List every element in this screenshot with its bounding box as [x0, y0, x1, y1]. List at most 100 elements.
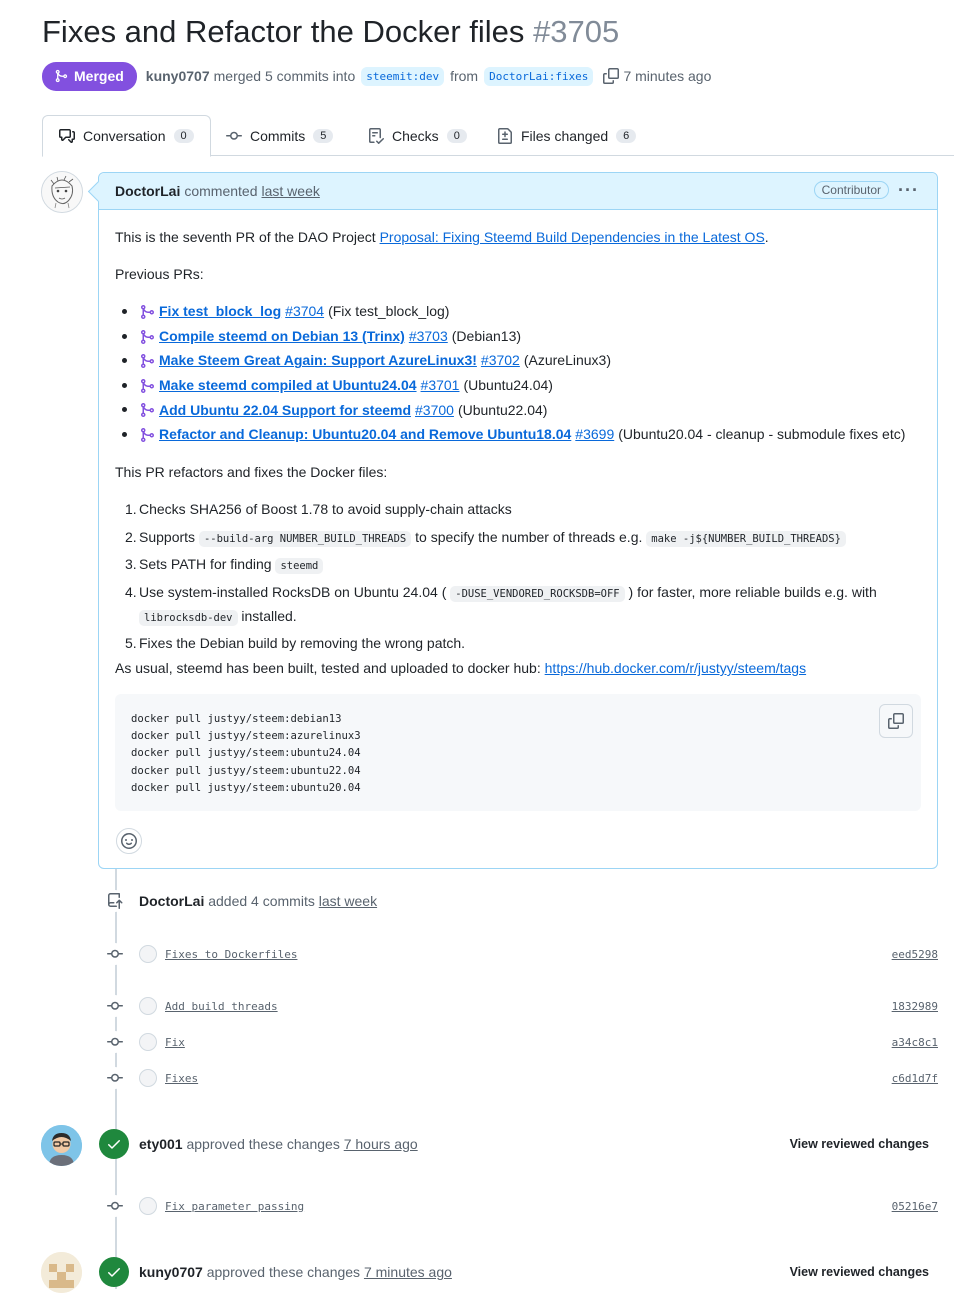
commit-message[interactable]: Fix — [165, 1036, 185, 1049]
merge-icon — [141, 427, 155, 442]
added-text: added 4 commits — [208, 893, 315, 909]
avatar-ety001[interactable] — [41, 1125, 82, 1166]
head-branch[interactable]: DoctorLai:fixes — [484, 66, 594, 86]
copy-button[interactable] — [879, 704, 913, 738]
comment-header: DoctorLai commented last week Contributo… — [99, 173, 937, 210]
avatar-doctorlai[interactable] — [41, 171, 83, 213]
pr-number: #3705 — [533, 14, 620, 49]
kebab-menu-icon[interactable]: ··· — [898, 181, 919, 199]
pr-number-link[interactable]: #3699 — [575, 424, 614, 444]
review-action: approved these changes — [186, 1136, 340, 1152]
proposal-link[interactable]: Proposal: Fixing Steemd Build Dependenci… — [380, 229, 765, 245]
base-branch[interactable]: steemit:dev — [361, 66, 445, 86]
added-commits-event: DoctorLai added 4 commits last week — [98, 885, 938, 917]
pr-link[interactable]: Add Ubuntu 22.04 Support for steemd — [159, 400, 411, 420]
added-time[interactable]: last week — [319, 893, 377, 909]
item-text: Sets PATH for finding — [139, 556, 272, 573]
avatar[interactable] — [139, 1033, 157, 1051]
usual-paragraph: As usual, steemd has been built, tested … — [115, 658, 806, 678]
pr-note: (Ubuntu24.04) — [463, 377, 553, 394]
tab-checks[interactable]: Checks 0 — [368, 115, 467, 156]
commit-sha[interactable]: c6d1d7f — [892, 1072, 938, 1085]
commit-row: Fixes c6d1d7f — [98, 1062, 938, 1094]
list-item: 3. Sets PATH for finding steemd — [115, 553, 923, 578]
tab-commits[interactable]: Commits 5 — [226, 115, 334, 156]
tab-files-changed[interactable]: Files changed 6 — [497, 115, 637, 156]
item-text: Fixes the Debian build by removing the w… — [139, 634, 466, 651]
check-icon — [99, 1257, 129, 1287]
item-text: installed. — [241, 607, 297, 624]
pr-link[interactable]: Make steemd compiled at Ubuntu24.04 — [159, 375, 417, 395]
pr-tabs: Conversation 0 Commits 5 Checks 0 Files … — [42, 115, 954, 157]
merged-label: Merged — [74, 68, 124, 84]
merge-icon — [141, 354, 155, 369]
commit-icon — [226, 131, 242, 140]
item-text: ) for faster, more reliable builds e.g. … — [628, 583, 877, 600]
repo-push-icon — [104, 890, 126, 912]
tab-files-label: Files changed — [521, 127, 609, 144]
pr-link[interactable]: Fix test_block_log — [159, 301, 281, 321]
pr-title-text: Fixes and Refactor the Docker files — [42, 14, 525, 49]
added-author[interactable]: DoctorLai — [139, 893, 204, 909]
pr-number-link[interactable]: #3700 — [415, 400, 454, 420]
view-reviewed-changes-link[interactable]: View reviewed changes — [790, 1265, 929, 1279]
pr-note: (Debian13) — [451, 327, 522, 344]
avatar-kuny0707[interactable] — [41, 1252, 82, 1293]
pr-link[interactable]: Compile steemd on Debian 13 (Trinx) — [159, 326, 405, 346]
commit-message[interactable]: Fix parameter passing — [165, 1200, 304, 1213]
pr-note: (Ubuntu22.04) — [457, 401, 548, 418]
commit-message[interactable]: Add build threads — [165, 1000, 278, 1013]
add-reaction-button[interactable] — [116, 828, 142, 854]
pr-note: (AzureLinux3) — [523, 352, 611, 369]
merger-link[interactable]: kuny0707 — [146, 68, 210, 84]
tab-conversation[interactable]: Conversation 0 — [42, 115, 211, 157]
tab-commits-label: Commits — [250, 127, 306, 144]
commit-sha[interactable]: eed5298 — [892, 948, 938, 961]
pr-number-link[interactable]: #3703 — [409, 326, 448, 346]
comment-author[interactable]: DoctorLai — [115, 183, 180, 199]
avatar[interactable] — [139, 997, 157, 1015]
reviewer[interactable]: ety001 — [139, 1136, 183, 1152]
pr-number-link[interactable]: #3702 — [481, 350, 520, 370]
prev-prs-list: Fix test_block_log #3704 (Fix test_block… — [115, 299, 923, 447]
merge-icon — [55, 69, 68, 83]
comment-box: DoctorLai commented last week Contributo… — [98, 172, 938, 869]
list-item: Fix test_block_log #3704 (Fix test_block… — [115, 299, 923, 324]
view-reviewed-changes-link[interactable]: View reviewed changes — [790, 1137, 929, 1151]
list-item: Make steemd compiled at Ubuntu24.04 #370… — [115, 373, 923, 398]
check-icon — [99, 1129, 129, 1159]
review-time[interactable]: 7 minutes ago — [364, 1264, 452, 1280]
tab-commits-count: 5 — [313, 128, 334, 143]
review-time[interactable]: 7 hours ago — [344, 1136, 418, 1152]
commit-message[interactable]: Fixes to Dockerfiles — [165, 948, 297, 961]
commit-sha[interactable]: a34c8c1 — [892, 1036, 938, 1049]
commit-sha[interactable]: 05216e7 — [892, 1200, 938, 1213]
checklist-icon — [369, 127, 384, 144]
pr-number-link[interactable]: #3704 — [285, 301, 324, 321]
pr-note: (Ubuntu20.04 - cleanup - submodule fixes… — [618, 426, 906, 443]
comment-time[interactable]: last week — [262, 183, 320, 199]
avatar[interactable] — [139, 1069, 157, 1087]
list-item: Add Ubuntu 22.04 Support for steemd #370… — [115, 397, 923, 422]
pr-link[interactable]: Make Steem Great Again: Support AzureLin… — [159, 350, 477, 370]
prev-prs-heading: Previous PRs: — [115, 266, 204, 282]
reviewer[interactable]: kuny0707 — [139, 1264, 203, 1280]
item-text: Use system-installed RocksDB on Ubuntu 2… — [139, 583, 447, 600]
pr-title: Fixes and Refactor the Docker files #370… — [42, 14, 619, 50]
merge-icon — [141, 403, 155, 418]
pr-number-link[interactable]: #3701 — [421, 375, 460, 395]
inline-code: make -j${NUMBER_BUILD_THREADS} — [646, 530, 846, 547]
copy-icon[interactable] — [603, 68, 620, 84]
merged-text: merged 5 commits into — [213, 68, 356, 84]
merge-summary: kuny0707 merged 5 commits into steemit:d… — [146, 66, 711, 86]
commit-sha[interactable]: 1832989 — [892, 1000, 938, 1013]
docker-hub-link[interactable]: https://hub.docker.com/r/justyy/steem/ta… — [545, 660, 806, 676]
list-item: 1. Checks SHA256 of Boost 1.78 to avoid s… — [125, 501, 512, 517]
avatar[interactable] — [139, 945, 157, 963]
avatar[interactable] — [139, 1197, 157, 1215]
pr-link[interactable]: Refactor and Cleanup: Ubuntu20.04 and Re… — [159, 424, 571, 444]
commit-message[interactable]: Fixes — [165, 1072, 198, 1085]
commit-row: Add build threads 1832989 — [98, 990, 938, 1022]
from-text: from — [450, 68, 479, 84]
file-diff-icon — [498, 127, 512, 144]
